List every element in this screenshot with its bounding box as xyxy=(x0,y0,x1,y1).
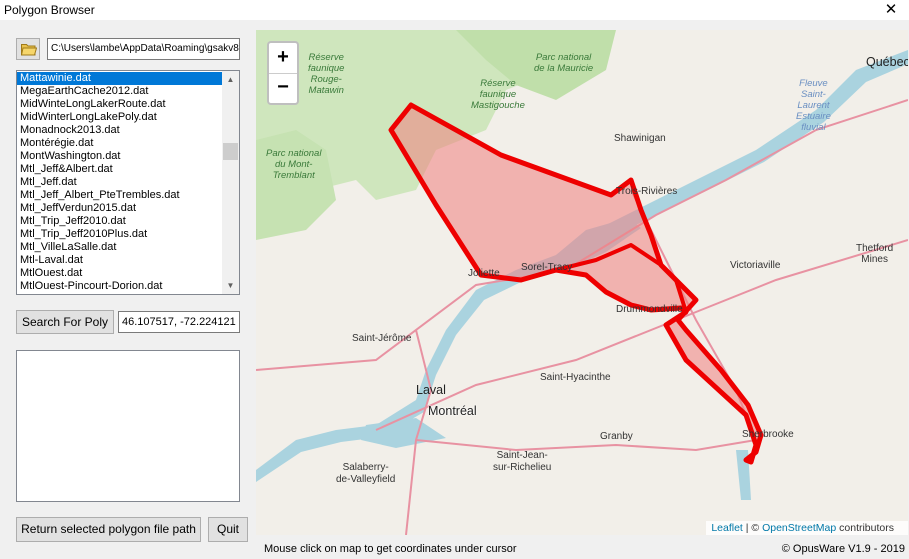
file-list-item[interactable]: MegaEarthCache2012.dat xyxy=(17,85,222,98)
label-victoriaville: Victoriaville xyxy=(730,260,781,271)
label-reserve-matawin: Réserve faunique Rouge- Matawin xyxy=(308,52,345,96)
coordinates-field[interactable]: 46.107517, -72.224121 xyxy=(118,311,240,333)
results-textbox[interactable] xyxy=(16,350,240,502)
polygon-file-list[interactable]: Mattawinie.dat MegaEarthCache2012.dat MidW… xyxy=(16,70,240,295)
label-parc-tremblant: Parc national du Mont- Tremblant xyxy=(266,148,322,181)
browse-folder-button[interactable] xyxy=(16,38,40,60)
label-montreal: Montréal xyxy=(428,404,477,418)
label-joliette: Joliette xyxy=(468,268,500,279)
file-list-item[interactable]: Monadnock2013.dat xyxy=(17,124,222,137)
folder-open-icon xyxy=(21,44,37,56)
label-thetford: Thetford Mines xyxy=(856,243,894,265)
label-saint-jerome: Saint-Jérôme xyxy=(352,333,412,344)
map-view[interactable]: + − Québec Réserve faunique Rouge- Mataw… xyxy=(256,30,908,535)
file-list-item[interactable]: Mtl_JeffVerdun2015.dat xyxy=(17,202,222,215)
attribution-separator: | © xyxy=(742,522,763,534)
file-list-item[interactable]: MidWinteLongLakerRoute.dat xyxy=(17,98,222,111)
zoom-out-button[interactable]: − xyxy=(269,73,297,103)
label-granby: Granby xyxy=(600,431,633,442)
map-attribution: Leaflet | © OpenStreetMap contributors xyxy=(706,521,908,535)
file-list-item[interactable]: MtlOuest-Pincourt-Dorion.dat xyxy=(17,280,222,293)
search-for-poly-button[interactable]: Search For Poly xyxy=(16,310,114,334)
return-path-button[interactable]: Return selected polygon file path xyxy=(16,517,201,542)
label-reserve-mastigouche: Réserve faunique Mastigouche xyxy=(471,78,525,111)
leaflet-link[interactable]: Leaflet xyxy=(711,522,743,534)
quit-button[interactable]: Quit xyxy=(208,517,248,542)
file-list-item[interactable]: MontWashington.dat xyxy=(17,150,222,163)
list-scrollbar[interactable]: ▲ ▼ xyxy=(222,71,239,294)
label-parc-mauricie: Parc national de la Mauricie xyxy=(534,52,594,74)
file-list-item[interactable]: Montérégie.dat xyxy=(17,137,222,150)
folder-path-field[interactable]: C:\Users\lambe\AppData\Roaming\gsakv8\M xyxy=(47,38,240,60)
copyright-text: © OpusWare V1.9 - 2019 xyxy=(781,543,905,555)
file-list-item[interactable]: Mtl_Trip_Jeff2010.dat xyxy=(17,215,222,228)
scroll-thumb[interactable] xyxy=(223,143,238,160)
osm-link[interactable]: OpenStreetMap xyxy=(762,522,836,534)
zoom-in-button[interactable]: + xyxy=(269,43,297,74)
label-shawinigan: Shawinigan xyxy=(614,133,666,144)
file-list-item[interactable]: Mtl_Jeff.dat xyxy=(17,176,222,189)
label-fleuve: Fleuve Saint- Laurent Estuaire fluvial xyxy=(796,78,831,133)
label-sorel-tracy: Sorel-Tracy xyxy=(521,262,573,273)
label-saint-jean: Saint-Jean- sur-Richelieu xyxy=(493,450,552,473)
file-list-item[interactable]: Mtl_VilleLaSalle.dat xyxy=(17,241,222,254)
status-hint: Mouse click on map to get coordinates un… xyxy=(264,543,517,555)
file-list-items: Mattawinie.dat MegaEarthCache2012.dat MidW… xyxy=(17,72,222,293)
file-list-item[interactable]: MtlOuest.dat xyxy=(17,267,222,280)
file-list-item[interactable]: Mattawinie.dat xyxy=(17,72,222,85)
file-list-item[interactable]: Mtl-Laval.dat xyxy=(17,254,222,267)
file-list-item[interactable]: Mtl_Trip_Jeff2010Plus.dat xyxy=(17,228,222,241)
lake-saint-louis xyxy=(361,418,446,448)
label-quebec: Québec xyxy=(866,55,908,69)
zoom-control: + − xyxy=(267,41,299,105)
label-sherbrooke: Sherbrooke xyxy=(742,429,794,440)
label-laval: Laval xyxy=(416,383,446,397)
title-bar: Polygon Browser ✕ xyxy=(0,0,909,20)
file-list-item[interactable]: Mtl_Jeff&Albert.dat xyxy=(17,163,222,176)
close-icon[interactable]: ✕ xyxy=(879,0,903,18)
attribution-suffix: contributors xyxy=(836,522,894,534)
file-list-item[interactable]: Mtl_Jeff_Albert_PteTrembles.dat xyxy=(17,189,222,202)
label-drummondville: Drummondville xyxy=(616,304,683,315)
label-saint-hyacinthe: Saint-Hyacinthe xyxy=(540,372,611,383)
file-list-item[interactable]: MidWinterLongLakePoly.dat xyxy=(17,111,222,124)
scroll-down-icon[interactable]: ▼ xyxy=(222,277,239,294)
scroll-up-icon[interactable]: ▲ xyxy=(222,71,239,88)
label-salaberry: Salaberry- de-Valleyfield xyxy=(336,462,396,485)
window-title: Polygon Browser xyxy=(4,3,95,17)
label-trois-rivieres: Trois-Rivières xyxy=(616,186,678,197)
highway-10 xyxy=(415,439,757,452)
